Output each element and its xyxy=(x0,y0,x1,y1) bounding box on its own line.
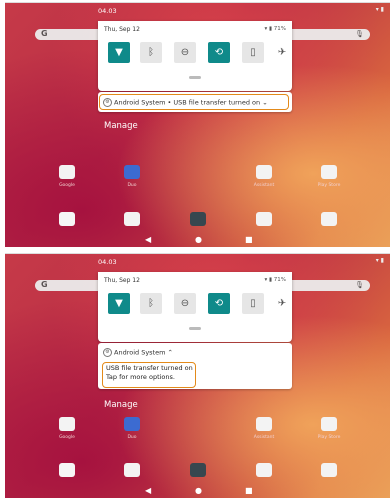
app-label-play-store: Play Store xyxy=(317,183,341,188)
camera-icon[interactable] xyxy=(321,463,337,477)
notification-title: USB file transfer turned on xyxy=(106,364,193,372)
airplane-icon: ✈ xyxy=(277,47,287,58)
recents-icon[interactable]: ■ xyxy=(245,486,253,495)
airplane-tile[interactable]: ✈ xyxy=(276,293,288,314)
google-icon: G xyxy=(41,280,48,289)
manage-button[interactable]: Manage xyxy=(104,121,138,131)
android-system-icon: ⚙ xyxy=(103,348,112,357)
screen-expanded: 04.03 ▾ ▮ G 🎙 Thu, Sep 12 ▾ ▮ 71% ▼ ᛒ ⊖ … xyxy=(5,253,390,498)
chrome-icon[interactable] xyxy=(124,212,140,226)
status-icons: ▾ ▮ xyxy=(375,257,384,264)
play-store-icon[interactable] xyxy=(321,417,337,431)
panel-drag-handle[interactable] xyxy=(189,327,201,330)
quick-settings-panel: Thu, Sep 12 ▾ ▮ 71% ▼ ᛒ ⊖ ⟲ ▯ ✈ xyxy=(98,272,292,342)
usb-notification-expanded[interactable]: ⚙ Android System ⌃ USB file transfer turn… xyxy=(98,343,292,389)
battery-percent: 71% xyxy=(273,26,286,32)
notification-app-name: Android System xyxy=(114,348,166,357)
recents-icon[interactable]: ■ xyxy=(245,235,253,244)
settings-icon[interactable] xyxy=(190,212,206,226)
home-icon[interactable]: ● xyxy=(195,235,202,244)
usb-notification-collapsed[interactable]: ⚙ Android System • USB file transfer turn… xyxy=(98,92,292,112)
gmail-icon[interactable] xyxy=(59,212,75,226)
duo-icon[interactable] xyxy=(124,165,140,179)
dnd-icon: ⊖ xyxy=(180,47,190,58)
notification-header: Android System • USB file transfer turne… xyxy=(114,98,261,107)
app-label-assistant: Assistant xyxy=(253,435,275,440)
app-label-play-store: Play Store xyxy=(317,435,341,440)
assistant-icon[interactable] xyxy=(256,165,272,179)
wifi-tile[interactable]: ▼ xyxy=(108,42,130,63)
battery-saver-tile[interactable]: ▯ xyxy=(242,293,264,314)
dnd-tile[interactable]: ⊖ xyxy=(174,42,196,63)
panel-status: ▾ ▮ 71% xyxy=(264,277,286,283)
wifi-tile[interactable]: ▼ xyxy=(108,293,130,314)
google-app-icon[interactable] xyxy=(256,212,272,226)
auto-rotate-tile[interactable]: ⟲ xyxy=(208,42,230,63)
bluetooth-tile[interactable]: ᛒ xyxy=(140,42,162,63)
google-folder-icon[interactable] xyxy=(59,417,75,431)
google-icon: G xyxy=(41,29,48,38)
assistant-icon[interactable] xyxy=(256,417,272,431)
quick-settings-panel: Thu, Sep 12 ▾ ▮ 71% ▼ ᛒ ⊖ ⟲ ▯ ✈ xyxy=(98,21,292,91)
app-label-google: Google xyxy=(59,435,75,440)
settings-icon[interactable] xyxy=(190,463,206,477)
app-label-google: Google xyxy=(59,183,75,188)
app-label-duo: Duo xyxy=(127,183,137,188)
panel-date: Thu, Sep 12 xyxy=(104,26,140,33)
manage-button[interactable]: Manage xyxy=(104,400,138,410)
battery-percent: 71% xyxy=(273,277,286,283)
chevron-up-icon[interactable]: ⌃ xyxy=(168,349,173,357)
panel-status: ▾ ▮ 71% xyxy=(264,26,286,32)
gmail-icon[interactable] xyxy=(59,463,75,477)
google-app-icon[interactable] xyxy=(256,463,272,477)
battery-saver-icon: ▯ xyxy=(250,47,256,58)
android-system-icon: ⚙ xyxy=(103,98,112,107)
chevron-down-icon[interactable]: ⌄ xyxy=(262,99,267,107)
screen-collapsed: 04.03 ▾ ▮ G 🎙 Thu, Sep 12 ▾ ▮ 71% ▼ ᛒ ⊖ … xyxy=(5,2,390,247)
wifi-icon: ▼ xyxy=(115,47,123,58)
divider xyxy=(0,247,390,251)
back-icon[interactable]: ◀ xyxy=(145,486,151,495)
status-clock: 04.03 xyxy=(98,7,117,15)
app-label-assistant: Assistant xyxy=(253,183,275,188)
rotate-icon: ⟲ xyxy=(214,298,224,309)
duo-icon[interactable] xyxy=(124,417,140,431)
camera-icon[interactable] xyxy=(321,212,337,226)
play-store-icon[interactable] xyxy=(321,165,337,179)
battery-saver-icon: ▯ xyxy=(250,298,256,309)
panel-date: Thu, Sep 12 xyxy=(104,277,140,284)
mic-icon[interactable]: 🎙 xyxy=(355,30,364,38)
bluetooth-icon: ᛒ xyxy=(148,47,154,58)
airplane-icon: ✈ xyxy=(277,298,287,309)
auto-rotate-tile[interactable]: ⟲ xyxy=(208,293,230,314)
app-label-duo: Duo xyxy=(127,435,137,440)
dnd-icon: ⊖ xyxy=(180,298,190,309)
home-icon[interactable]: ● xyxy=(195,486,202,495)
bluetooth-icon: ᛒ xyxy=(148,298,154,309)
dnd-tile[interactable]: ⊖ xyxy=(174,293,196,314)
battery-saver-tile[interactable]: ▯ xyxy=(242,42,264,63)
wifi-icon: ▼ xyxy=(115,298,123,309)
airplane-tile[interactable]: ✈ xyxy=(276,42,288,63)
rotate-icon: ⟲ xyxy=(214,47,224,58)
google-folder-icon[interactable] xyxy=(59,165,75,179)
status-clock: 04.03 xyxy=(98,258,117,266)
chrome-icon[interactable] xyxy=(124,463,140,477)
back-icon[interactable]: ◀ xyxy=(145,235,151,244)
panel-drag-handle[interactable] xyxy=(189,76,201,79)
notification-text: Tap for more options. xyxy=(106,373,175,381)
bluetooth-tile[interactable]: ᛒ xyxy=(140,293,162,314)
mic-icon[interactable]: 🎙 xyxy=(355,281,364,289)
status-icons: ▾ ▮ xyxy=(375,6,384,13)
